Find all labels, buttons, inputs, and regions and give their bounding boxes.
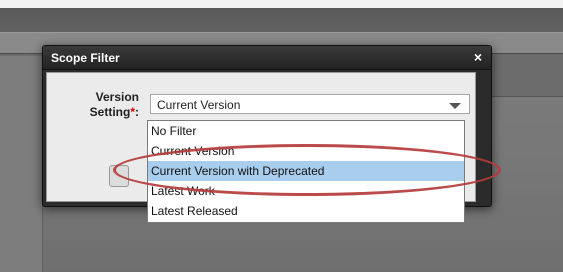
close-icon[interactable]: × bbox=[471, 49, 485, 65]
dialog-header[interactable]: Scope Filter × bbox=[43, 46, 491, 70]
label-line2: Setting bbox=[89, 105, 131, 119]
select-value: Current Version bbox=[157, 98, 241, 112]
label-colon: : bbox=[135, 105, 139, 119]
label-line1: Version bbox=[95, 90, 139, 104]
version-setting-label: Version Setting*: bbox=[67, 90, 139, 120]
page-top-strip bbox=[0, 0, 563, 8]
background-side-panel bbox=[0, 56, 43, 272]
dialog-title: Scope Filter bbox=[51, 51, 120, 65]
option-no-filter[interactable]: No Filter bbox=[148, 121, 464, 141]
version-setting-select[interactable]: Current Version bbox=[150, 94, 470, 114]
option-latest-released[interactable]: Latest Released bbox=[148, 201, 464, 221]
chevron-down-icon[interactable] bbox=[449, 103, 461, 109]
annotation-highlight-ellipse bbox=[113, 144, 501, 196]
